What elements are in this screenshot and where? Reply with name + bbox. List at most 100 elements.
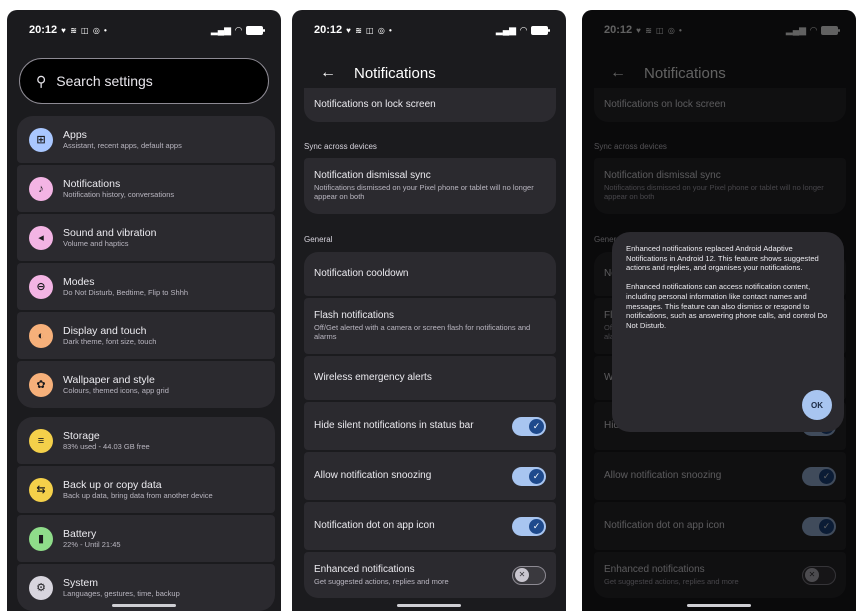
search-settings-bar[interactable]: ⚲ Search settings	[19, 58, 269, 104]
dot-toggle[interactable]: ✓	[512, 516, 546, 536]
settings-item-wallpaper[interactable]: ✿ Wallpaper and style Colours, themed ico…	[17, 361, 275, 408]
setting-subtitle: Off/Get alerted with a camera or screen …	[314, 322, 531, 342]
item-subtitle: Do Not Disturb, Bedtime, Flip to Shhh	[63, 288, 189, 298]
setting-title: Notification cooldown	[314, 267, 409, 279]
item-title: Modes	[63, 275, 95, 288]
enhanced-toggle[interactable]: ✕	[512, 565, 546, 585]
setting-title: Hide silent notifications in status bar	[314, 419, 474, 431]
item-title: Apps	[63, 128, 87, 141]
settings-screen: 20:12 ♥ ≋ ◫ ◎ • ▂▄▆ ◠ ⚲ Search settings ⊞ …	[7, 10, 281, 611]
setting-snoozing[interactable]: Allow notification snoozing ✓	[304, 452, 556, 500]
notifications-screen: 20:12 ♥ ≋ ◫ ◎ • ▂▄▆ ◠ ← Notifications Noti…	[292, 10, 566, 611]
battery-status-icon	[531, 25, 550, 35]
check-icon: ✓	[529, 518, 544, 534]
apps-grid-icon: ⊞	[29, 127, 53, 152]
home-indicator[interactable]	[687, 604, 751, 607]
brightness-icon: ◐	[29, 323, 53, 348]
app-bar: ← Notifications	[292, 58, 566, 88]
do-not-disturb-icon: ⊖	[29, 274, 53, 299]
snoozing-toggle[interactable]: ✓	[512, 466, 546, 486]
signal-icon: ▂▄▆	[495, 24, 517, 35]
search-icon: ⚲	[36, 72, 47, 89]
setting-hide-silent[interactable]: Hide silent notifications in status bar …	[304, 402, 556, 450]
page-title: Notifications	[354, 64, 436, 82]
battery-status-icon	[246, 25, 265, 35]
item-subtitle: Colours, themed icons, app grid	[63, 386, 169, 396]
item-subtitle: Volume and haptics	[63, 239, 129, 249]
settings-group-1: ⊞ Apps Assistant, recent apps, default ap…	[17, 116, 275, 410]
lock-screen-group: Notifications on lock screen	[304, 88, 556, 124]
item-subtitle: Assistant, recent apps, default apps	[63, 141, 182, 151]
settings-item-sound[interactable]: ◂ Sound and vibration Volume and haptics	[17, 214, 275, 261]
item-title: Sound and vibration	[63, 226, 157, 239]
general-group: Notification cooldown Flash notification…	[304, 252, 556, 600]
check-icon: ✓	[529, 418, 544, 434]
home-indicator[interactable]	[112, 604, 176, 607]
item-title: Battery	[63, 527, 97, 540]
item-title: Notifications	[63, 177, 121, 190]
settings-group-2: ≡ Storage 83% used - 44.03 GB free ⇆ Back…	[17, 417, 275, 611]
home-indicator[interactable]	[397, 604, 461, 607]
speaker-icon: ◂	[29, 225, 53, 250]
notifications-dialog-screen: 20:12♥ ≋ ◫ ◎ • ▂▄▆◠ ← Notifications Noti…	[582, 10, 856, 611]
status-bar: 20:12♥ ≋ ◫ ◎ • ▂▄▆◠	[292, 10, 566, 50]
setting-dot[interactable]: Notification dot on app icon ✓	[304, 502, 556, 550]
setting-enhanced[interactable]: Enhanced notificationsGet suggested acti…	[304, 552, 556, 598]
setting-subtitle: Notifications dismissed on your Pixel ph…	[314, 182, 534, 202]
item-title: Wallpaper and style	[63, 373, 155, 386]
wifi-icon: ◠	[520, 24, 527, 35]
dialog-paragraph-1: Enhanced notifications replaced Android …	[626, 244, 819, 273]
setting-subtitle: Get suggested actions, replies and more	[314, 576, 449, 586]
status-bar: 20:12♥ ≋ ◫ ◎ • ▂▄▆◠	[7, 10, 281, 50]
setting-title: Flash notifications	[314, 310, 395, 322]
backup-icon: ⇆	[29, 477, 53, 502]
item-subtitle: 83% used - 44.03 GB free	[63, 442, 150, 452]
item-subtitle: Languages, gestures, time, backup	[63, 589, 180, 599]
setting-dismissal-sync[interactable]: Notification dismissal syncNotifications…	[304, 158, 556, 214]
ok-button[interactable]: OK	[802, 390, 832, 420]
bell-icon: ♪	[29, 176, 53, 201]
settings-item-apps[interactable]: ⊞ Apps Assistant, recent apps, default ap…	[17, 116, 275, 163]
item-subtitle: 22% - Until 21:45	[63, 540, 121, 550]
notification-icons: ♥ ≋ ◫ ◎ •	[61, 25, 108, 35]
back-arrow-icon[interactable]: ←	[320, 64, 346, 82]
setting-title: Enhanced notifications	[314, 564, 415, 576]
settings-item-battery[interactable]: ▮ Battery 22% - Until 21:45	[17, 515, 275, 562]
settings-item-notifications[interactable]: ♪ Notifications Notification history, con…	[17, 165, 275, 212]
setting-title: Notifications on lock screen	[314, 98, 436, 110]
item-title: Storage	[63, 429, 100, 442]
palette-icon: ✿	[29, 372, 53, 397]
setting-title: Notification dismissal sync	[314, 170, 431, 182]
section-header-sync: Sync across devices	[304, 142, 377, 151]
sync-group: Notification dismissal syncNotifications…	[304, 158, 556, 216]
gear-icon: ⚙	[29, 575, 53, 600]
item-subtitle: Notification history, conversations	[63, 190, 175, 200]
status-time: 20:12	[314, 24, 343, 36]
item-subtitle: Back up data, bring data from another de…	[63, 491, 213, 501]
setting-lock-screen[interactable]: Notifications on lock screen	[304, 88, 556, 122]
setting-title: Notification dot on app icon	[314, 519, 435, 531]
signal-icon: ▂▄▆	[210, 24, 232, 35]
battery-icon: ▮	[29, 526, 53, 551]
setting-title: Allow notification snoozing	[314, 469, 432, 481]
section-header-general: General	[304, 235, 333, 244]
storage-icon: ≡	[29, 428, 53, 453]
dialog-paragraph-2: Enhanced notifications can access notifi…	[626, 282, 828, 331]
hide-silent-toggle[interactable]: ✓	[512, 416, 546, 436]
settings-item-modes[interactable]: ⊖ Modes Do Not Disturb, Bedtime, Flip to …	[17, 263, 275, 310]
close-icon: ✕	[515, 567, 529, 582]
notification-icons: ♥ ≋ ◫ ◎ •	[346, 25, 393, 35]
search-placeholder: Search settings	[56, 73, 153, 89]
wifi-icon: ◠	[235, 24, 242, 35]
settings-item-storage[interactable]: ≡ Storage 83% used - 44.03 GB free	[17, 417, 275, 464]
settings-item-backup[interactable]: ⇆ Back up or copy data Back up data, brin…	[17, 466, 275, 513]
item-subtitle: Dark theme, font size, touch	[63, 337, 157, 347]
setting-cooldown[interactable]: Notification cooldown	[304, 252, 556, 296]
setting-flash[interactable]: Flash notificationsOff/Get alerted with …	[304, 298, 556, 354]
status-time: 20:12	[29, 24, 58, 36]
setting-wireless-alerts[interactable]: Wireless emergency alerts	[304, 356, 556, 400]
enhanced-notifications-dialog: Enhanced notifications replaced Android …	[612, 232, 844, 432]
settings-item-display[interactable]: ◐ Display and touch Dark theme, font size…	[17, 312, 275, 359]
setting-title: Wireless emergency alerts	[314, 371, 432, 383]
item-title: System	[63, 576, 99, 589]
